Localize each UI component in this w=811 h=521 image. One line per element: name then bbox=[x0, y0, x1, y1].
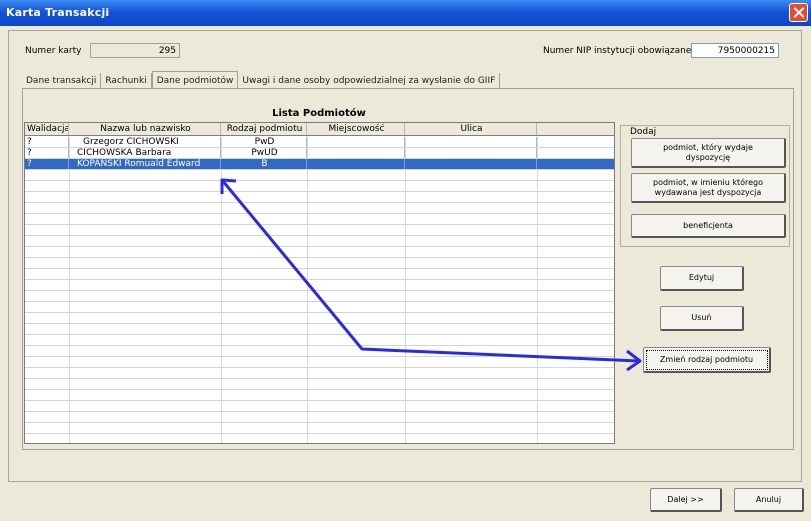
add-ordering-party-button[interactable]: podmiot, który wydaje dyspozycję bbox=[631, 138, 786, 168]
add-group-label: Dodaj bbox=[628, 127, 659, 137]
cell-city bbox=[307, 148, 405, 158]
subjects-grid[interactable]: Walidacja Nazwa lub nazwisko Rodzaj podm… bbox=[24, 122, 615, 444]
cell-validation: ? bbox=[25, 137, 69, 147]
change-subject-type-label: Zmień rodzaj podmiotu bbox=[659, 354, 754, 364]
cell-subject-type: PwUD bbox=[221, 148, 307, 158]
add-ordering-party-line1: podmiot, który wydaje bbox=[663, 142, 753, 152]
column-header-subject-type[interactable]: Rodzaj podmiotu bbox=[221, 123, 307, 135]
card-number-label: Numer karty bbox=[25, 46, 82, 56]
tab-accounts[interactable]: Rachunki bbox=[101, 73, 152, 89]
cell-city bbox=[307, 137, 405, 147]
cell-subject-type: PwD bbox=[221, 137, 307, 147]
cancel-button[interactable]: Anuluj bbox=[734, 488, 804, 512]
edit-button[interactable]: Edytuj bbox=[660, 266, 744, 291]
nip-field[interactable]: 7950000215 bbox=[691, 43, 779, 58]
add-on-behalf-party-line1: podmiot, w imieniu którego bbox=[652, 177, 763, 187]
cell-street bbox=[405, 137, 537, 147]
add-beneficiary-label: beneficjenta bbox=[683, 220, 733, 230]
table-row-selected[interactable]: ? KOPANSKI Romuald Edward B bbox=[25, 159, 614, 170]
tab-strip: Dane transakcji Rachunki Dane podmiotów … bbox=[22, 71, 501, 90]
column-header-name[interactable]: Nazwa lub nazwisko bbox=[69, 123, 221, 135]
list-title: Lista Podmiotów bbox=[272, 108, 366, 119]
edit-button-label: Edytuj bbox=[688, 273, 715, 282]
add-ordering-party-line2: dyspozycję bbox=[685, 152, 731, 162]
column-header-extra[interactable] bbox=[537, 123, 614, 135]
cancel-button-label: Anuluj bbox=[755, 494, 782, 504]
cell-name: KOPANSKI Romuald Edward bbox=[69, 159, 221, 169]
tab-remarks[interactable]: Uwagi i dane osoby odpowiedzialnej za wy… bbox=[238, 73, 501, 89]
table-row[interactable]: ? CICHOWSKA Barbara PwUD bbox=[25, 148, 614, 159]
window-title: Karta Transakcji bbox=[6, 6, 110, 19]
cell-subject-type: B bbox=[221, 159, 307, 169]
table-row[interactable]: ? Grzegorz CICHOWSKI PwD bbox=[25, 137, 614, 148]
change-subject-type-button[interactable]: Zmień rodzaj podmiotu bbox=[643, 347, 771, 373]
transaction-card-window: Karta Transakcji Numer karty 295 Numer N… bbox=[0, 0, 811, 521]
close-icon[interactable] bbox=[789, 3, 808, 22]
title-bar: Karta Transakcji bbox=[0, 0, 811, 26]
column-header-street[interactable]: Ulica bbox=[405, 123, 537, 135]
cell-validation: ? bbox=[25, 148, 69, 158]
column-header-city[interactable]: Miejscowość bbox=[307, 123, 405, 135]
cell-validation: ? bbox=[25, 159, 69, 169]
delete-button[interactable]: Usuń bbox=[660, 306, 744, 331]
cell-name: Grzegorz CICHOWSKI bbox=[69, 137, 221, 147]
cell-street bbox=[405, 148, 537, 158]
cell-name: CICHOWSKA Barbara bbox=[69, 148, 221, 158]
next-button[interactable]: Dalej >> bbox=[650, 488, 722, 512]
delete-button-label: Usuń bbox=[691, 313, 712, 322]
next-button-label: Dalej >> bbox=[667, 494, 704, 504]
cell-street bbox=[405, 159, 537, 169]
add-beneficiary-button[interactable]: beneficjenta bbox=[631, 214, 786, 238]
add-on-behalf-party-line2: wydawana jest dyspozycja bbox=[654, 187, 762, 197]
tab-transaction-data[interactable]: Dane transakcji bbox=[22, 73, 102, 89]
column-header-validation[interactable]: Walidacja bbox=[25, 123, 69, 135]
grid-header: Walidacja Nazwa lub nazwisko Rodzaj podm… bbox=[25, 123, 614, 136]
cell-city bbox=[307, 159, 405, 169]
nip-label: Numer NIP instytucji obowiązanej bbox=[543, 46, 694, 56]
card-number-field: 295 bbox=[90, 43, 180, 58]
add-on-behalf-party-button[interactable]: podmiot, w imieniu którego wydawana jest… bbox=[631, 173, 786, 203]
